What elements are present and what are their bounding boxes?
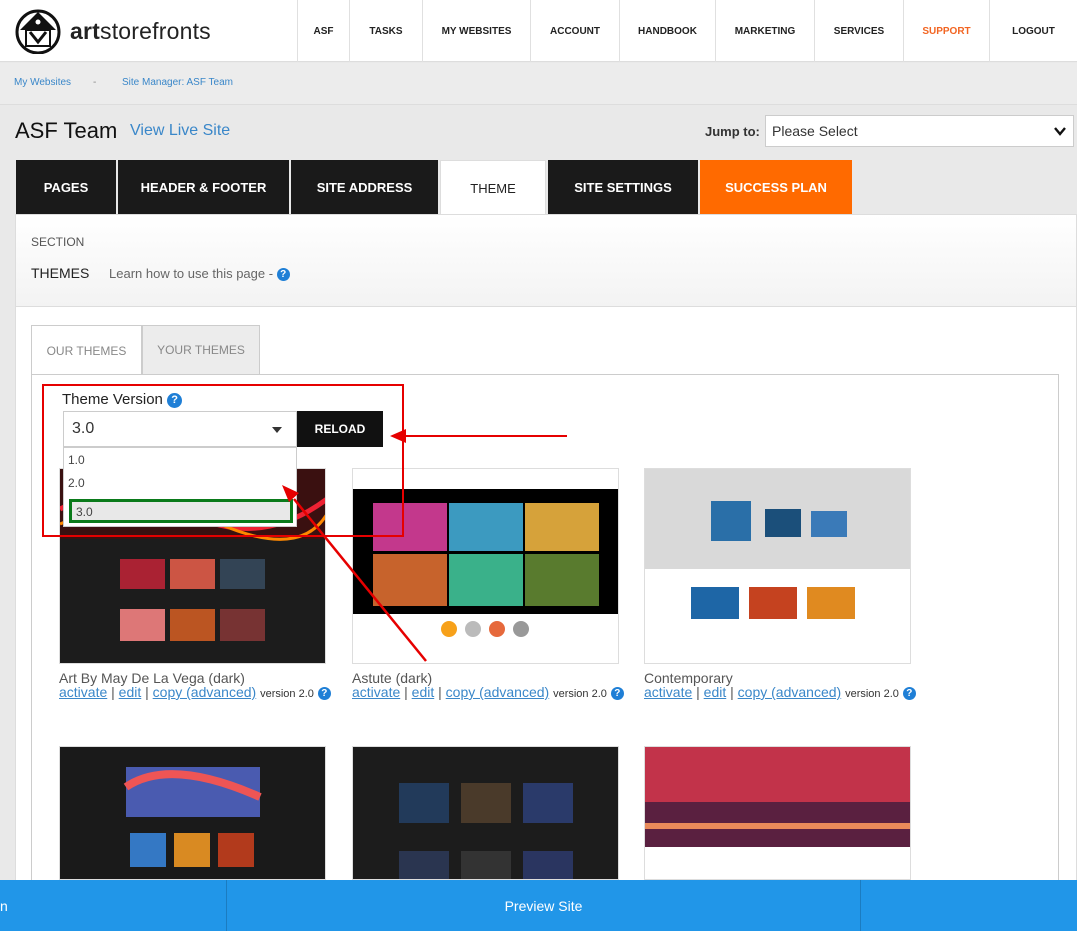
tab-theme[interactable]: THEME [440, 160, 546, 215]
bottom-action-bar: n Preview Site [0, 880, 1077, 931]
logo[interactable]: artstorefronts [14, 8, 211, 54]
tab-pages[interactable]: PAGES [16, 160, 116, 215]
breadcrumb-site-manager[interactable]: Site Manager: ASF Team [122, 77, 233, 88]
site-manager-tabs: PAGES HEADER & FOOTER SITE ADDRESS THEME… [16, 160, 854, 215]
breadcrumb: My Websites - Site Manager: ASF Team [0, 63, 1077, 105]
logo-icon [15, 9, 61, 54]
top-bar: artstorefronts ASF TASKS MY WEBSITES ACC… [0, 0, 1077, 62]
logo-text: artstorefronts [70, 17, 211, 44]
nav-logout[interactable]: LOGOUT [989, 0, 1077, 62]
breadcrumb-my-websites[interactable]: My Websites [14, 77, 71, 88]
tab-success-plan[interactable]: SUCCESS PLAN [700, 160, 852, 215]
tab-site-settings[interactable]: SITE SETTINGS [548, 160, 698, 215]
nav-tasks[interactable]: TASKS [349, 0, 422, 62]
nav-asf[interactable]: ASF [297, 0, 349, 62]
preview-site-button[interactable]: Preview Site [227, 880, 861, 931]
nav-account[interactable]: ACCOUNT [530, 0, 619, 62]
nav-marketing[interactable]: MARKETING [715, 0, 814, 62]
nav-handbook[interactable]: HANDBOOK [619, 0, 715, 62]
view-live-site-link[interactable]: View Live Site [130, 122, 230, 140]
annotation-arrows [282, 429, 567, 662]
chevron-down-icon [1054, 127, 1066, 136]
tab-header-footer[interactable]: HEADER & FOOTER [118, 160, 289, 215]
page-title: ASF Team [15, 118, 118, 143]
nav-support[interactable]: SUPPORT [903, 0, 989, 62]
main-nav: ASF TASKS MY WEBSITES ACCOUNT HANDBOOK M… [297, 0, 1077, 62]
bottom-left-button[interactable]: n [0, 880, 227, 931]
tab-site-address[interactable]: SITE ADDRESS [291, 160, 438, 215]
bottom-right-button[interactable] [861, 880, 1077, 931]
breadcrumb-separator: - [93, 77, 97, 88]
theme-panel: SECTION THEMES Learn how to use this pag… [15, 214, 1077, 894]
jump-to-select[interactable]: Please Select [765, 115, 1074, 147]
nav-my-websites[interactable]: MY WEBSITES [422, 0, 530, 62]
jump-to-value: Please Select [772, 123, 858, 139]
jump-to-label: Jump to: [705, 124, 760, 139]
nav-services[interactable]: SERVICES [814, 0, 903, 62]
